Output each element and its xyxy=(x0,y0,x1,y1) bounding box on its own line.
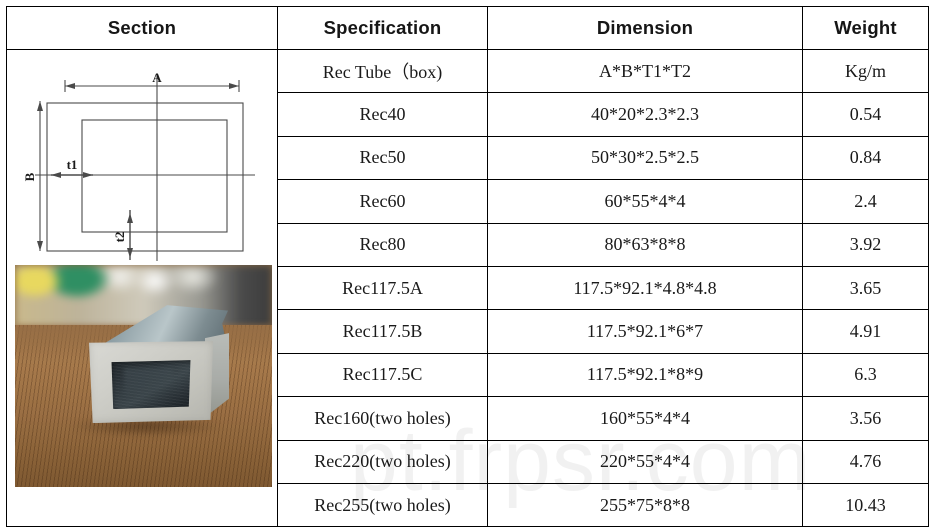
column-header-section: Section xyxy=(6,6,278,50)
cell-weight: 3.56 xyxy=(802,396,929,441)
cell-weight: 6.3 xyxy=(802,352,929,398)
cell-weight: 3.92 xyxy=(802,222,929,267)
cell-weight: 10.43 xyxy=(802,482,929,527)
cell-specification: Rec Tube（box) xyxy=(277,48,488,94)
cell-weight: 4.91 xyxy=(802,309,929,354)
cell-weight: 2.4 xyxy=(802,179,929,224)
cell-weight: 0.84 xyxy=(802,135,929,181)
cell-specification: Rec50 xyxy=(277,135,488,181)
column-header-dimension: Dimension xyxy=(487,6,803,50)
cell-dimension: 50*30*2.5*2.5 xyxy=(487,135,803,181)
cell-dimension: 40*20*2.3*2.3 xyxy=(487,92,803,137)
frp-tube-photo xyxy=(15,265,272,488)
table-body: A B t1 t2 Rec Tube（box) A*B*T1*T2 Kg/m R… xyxy=(6,48,929,527)
table-header-row: Section Specification Dimension Weight xyxy=(6,6,929,50)
cell-specification: Rec117.5C xyxy=(277,352,488,398)
cell-specification: Rec117.5B xyxy=(277,309,488,354)
cell-weight: 4.76 xyxy=(802,439,929,484)
photo-tube-cavity xyxy=(111,360,191,410)
cell-specification: Rec80 xyxy=(277,222,488,267)
cell-specification: Rec117.5A xyxy=(277,265,488,311)
cell-dimension: 160*55*4*4 xyxy=(487,396,803,441)
cell-dimension: 60*55*4*4 xyxy=(487,179,803,224)
cell-dimension: 117.5*92.1*4.8*4.8 xyxy=(487,265,803,311)
cross-section-svg: A B t1 t2 xyxy=(22,70,255,262)
column-header-specification: Specification xyxy=(277,6,488,50)
photo-tube xyxy=(83,305,229,424)
cell-dimension: 255*75*8*8 xyxy=(487,482,803,527)
cell-specification: Rec160(two holes) xyxy=(277,396,488,441)
dimension-label-t1: t1 xyxy=(67,157,78,172)
dimension-label-b: B xyxy=(22,172,37,181)
dimension-label-a: A xyxy=(152,70,162,85)
cell-weight: 0.54 xyxy=(802,92,929,137)
cell-specification: Rec255(two holes) xyxy=(277,482,488,527)
dimension-label-t2: t2 xyxy=(112,232,127,243)
cell-weight: 3.65 xyxy=(802,265,929,311)
table-header: Section Specification Dimension Weight xyxy=(6,6,929,50)
cell-dimension: 220*55*4*4 xyxy=(487,439,803,484)
cell-specification: Rec40 xyxy=(277,92,488,137)
section-media-cell: A B t1 t2 xyxy=(6,48,278,527)
specification-table: Section Specification Dimension Weight A… xyxy=(6,6,929,527)
cell-specification: Rec220(two holes) xyxy=(277,439,488,484)
column-header-weight: Weight xyxy=(802,6,929,50)
screenshot-root: Section Specification Dimension Weight A… xyxy=(0,0,935,527)
table-row: A B t1 t2 Rec Tube（box) A*B*T1*T2 Kg/m xyxy=(6,48,929,527)
cell-specification: Rec60 xyxy=(277,179,488,224)
cell-dimension: 117.5*92.1*8*9 xyxy=(487,352,803,398)
photo-scene xyxy=(15,265,272,488)
cell-dimension: 117.5*92.1*6*7 xyxy=(487,309,803,354)
cell-dimension: A*B*T1*T2 xyxy=(487,48,803,94)
photo-tube-cavity-highlight xyxy=(124,368,173,397)
cell-weight: Kg/m xyxy=(802,48,929,94)
cell-dimension: 80*63*8*8 xyxy=(487,222,803,267)
tube-cross-section-drawing: A B t1 t2 xyxy=(7,55,275,264)
